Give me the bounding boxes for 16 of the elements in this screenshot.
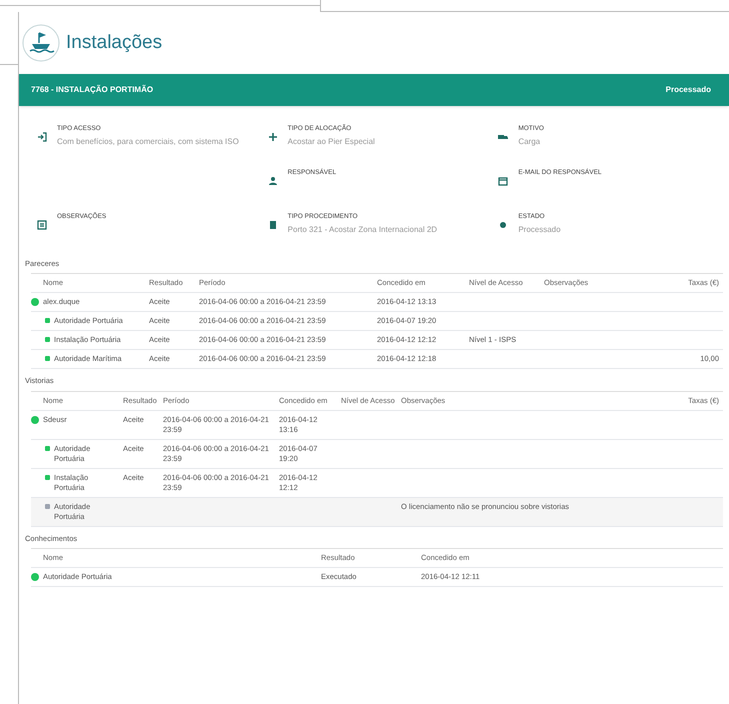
list-icon (37, 220, 47, 230)
page-title: Instalações (66, 30, 162, 55)
status-dot-icon (498, 220, 508, 230)
harbor-logo-icon (22, 24, 60, 62)
calendar-icon (498, 176, 508, 186)
field-value: Acostar ao Pier Especial (288, 136, 375, 147)
record-status: Processado (666, 84, 712, 96)
field-value: Porto 321 - Acostar Zona Internacional 2D (288, 224, 438, 235)
sign-in-icon (37, 132, 47, 142)
plus-icon (268, 132, 278, 142)
person-icon (268, 176, 278, 186)
field-value: Processado (518, 224, 561, 235)
record-title: 7768 - INSTALAÇÃO PORTIMÃO (31, 84, 154, 96)
field-value: Carga (518, 136, 542, 147)
document-icon (268, 220, 278, 230)
field-value: Com benefícios, para comerciais, com sistema ISO (57, 136, 239, 147)
